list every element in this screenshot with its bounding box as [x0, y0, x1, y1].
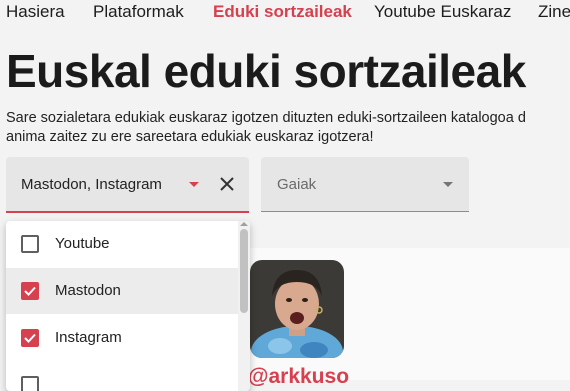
platform-filter-value: Mastodon, Instagram: [21, 176, 162, 193]
creator-avatar[interactable]: [250, 260, 344, 358]
option-mastodon[interactable]: Mastodon: [6, 268, 238, 314]
scrollbar-thumb[interactable]: [240, 229, 248, 313]
checkbox-unchecked-icon[interactable]: [21, 235, 39, 253]
page-description: Sare sozialetara edukiak euskaraz igotze…: [6, 109, 526, 147]
platform-filter-select[interactable]: Mastodon, Instagram: [6, 157, 249, 213]
option-youtube[interactable]: Youtube: [6, 221, 238, 267]
creator-handle[interactable]: @arkkuso: [248, 365, 349, 389]
nav-item-zine[interactable]: Zine: [538, 2, 570, 22]
dropdown-arrow-icon[interactable]: [443, 182, 453, 187]
topics-filter-placeholder: Gaiak: [277, 176, 317, 193]
checkbox-checked-icon[interactable]: [21, 329, 39, 347]
nav-item-youtube-euskaraz[interactable]: Youtube Euskaraz: [374, 2, 511, 22]
dropdown-scrollbar[interactable]: [238, 221, 250, 391]
topics-filter-select[interactable]: Gaiak: [261, 157, 469, 212]
clear-icon[interactable]: [217, 174, 237, 194]
description-line-1: Sare sozialetara edukiak euskaraz igotze…: [6, 110, 526, 126]
top-nav: Hasiera Plataformak Eduki sortzaileak Yo…: [0, 0, 570, 28]
checkbox-checked-icon[interactable]: [21, 282, 39, 300]
option-label: Youtube: [55, 235, 110, 252]
page-title: Euskal eduki sortzaileak: [6, 45, 526, 97]
option-partial[interactable]: [6, 362, 238, 391]
scroll-up-arrow-icon[interactable]: [240, 222, 248, 226]
option-label: Mastodon: [55, 282, 121, 299]
checkbox-unchecked-icon[interactable]: [21, 376, 39, 391]
platform-options-menu: Youtube Mastodon Instagram: [6, 221, 250, 391]
description-line-2: anima zaitez zu ere sareetara edukiak eu…: [6, 129, 374, 145]
nav-item-hasiera[interactable]: Hasiera: [6, 2, 65, 22]
nav-item-eduki-sortzaileak[interactable]: Eduki sortzaileak: [213, 2, 352, 22]
option-label: Instagram: [55, 329, 122, 346]
option-instagram[interactable]: Instagram: [6, 315, 238, 361]
dropdown-arrow-icon[interactable]: [189, 182, 199, 187]
nav-item-plataformak[interactable]: Plataformak: [93, 2, 184, 22]
